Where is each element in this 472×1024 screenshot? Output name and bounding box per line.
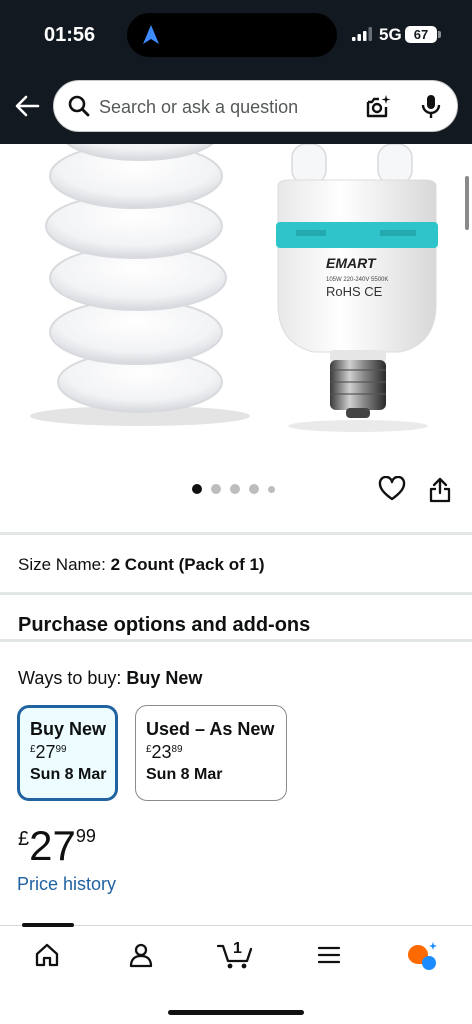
network-type: 5G [379, 25, 402, 44]
bulb-brand-text: EMART [326, 255, 377, 271]
price-currency: £ [18, 828, 30, 850]
option-delivery-date: Sun 8 Mar [30, 766, 107, 783]
option-delivery-date: Sun 8 Mar [146, 766, 223, 783]
dynamic-island [127, 13, 337, 57]
rufus-icon[interactable] [404, 940, 440, 972]
divider [0, 532, 472, 535]
cart-count: 1 [233, 940, 242, 957]
back-arrow-icon[interactable] [14, 94, 40, 118]
size-label: Size Name: [18, 555, 106, 574]
cart-icon[interactable]: 1 [216, 936, 254, 970]
navigation-arrow-icon [143, 25, 159, 44]
option-used-as-new[interactable]: Used – As New £2389 Sun 8 Mar [135, 705, 287, 801]
status-bar: 01:56 5G 67 [0, 0, 472, 72]
product-image[interactable]: EMART 105W 220-240V 5500K RoHS CE [0, 144, 472, 474]
menu-icon[interactable] [316, 942, 342, 968]
search-icon [68, 95, 90, 117]
divider [0, 639, 472, 642]
home-indicator [168, 1010, 304, 1015]
carousel-dot[interactable] [230, 484, 240, 494]
bulb-cert-text: RoHS CE [326, 284, 383, 299]
price-history-link[interactable]: Price history [17, 874, 116, 895]
heart-icon[interactable] [378, 476, 406, 502]
price-whole: 23 [151, 742, 172, 762]
price-whole: 27 [35, 742, 56, 762]
ways-to-buy: Ways to buy: Buy New [18, 668, 202, 689]
ways-label: Ways to buy: [18, 668, 122, 688]
price-currency: £ [30, 744, 36, 755]
ways-value: Buy New [126, 668, 203, 688]
microphone-icon[interactable] [420, 93, 442, 121]
size-value: 2 Count (Pack of 1) [110, 555, 265, 574]
carousel-dot[interactable] [192, 484, 202, 494]
price-fraction: 89 [171, 744, 183, 755]
search-header [0, 72, 472, 144]
option-title: Used – As New [146, 719, 275, 739]
main-price: £2799 [18, 822, 96, 870]
status-time: 01:56 [44, 24, 96, 46]
option-price: £2389 [146, 742, 276, 763]
price-currency: £ [146, 744, 152, 755]
bulb-illustration: EMART 105W 220-240V 5500K RoHS CE [30, 144, 438, 432]
bulb-spec-text: 105W 220-240V 5500K [326, 277, 388, 283]
purchase-options-title: Purchase options and add-ons [18, 614, 311, 636]
scroll-indicator[interactable] [465, 176, 469, 230]
size-selector[interactable]: Size Name: 2 Count (Pack of 1) [18, 555, 265, 575]
home-icon[interactable] [34, 942, 60, 968]
carousel-dot[interactable] [249, 484, 259, 494]
price-fraction: 99 [75, 826, 96, 846]
divider [0, 592, 472, 595]
battery-nub [438, 31, 441, 38]
account-icon[interactable] [128, 942, 154, 968]
price-whole: 27 [29, 822, 76, 869]
option-buy-new[interactable]: Buy New £2799 Sun 8 Mar [17, 705, 118, 801]
battery-level: 67 [405, 26, 437, 43]
share-icon[interactable] [428, 476, 452, 504]
search-box[interactable] [53, 80, 458, 132]
carousel-dot[interactable] [268, 485, 275, 493]
camera-search-icon[interactable] [364, 93, 392, 121]
option-title: Buy New [30, 719, 107, 739]
image-carousel-dots[interactable] [192, 484, 275, 494]
option-price: £2799 [30, 742, 105, 763]
active-tab-marker [22, 923, 74, 927]
search-input[interactable] [99, 94, 349, 120]
carousel-dot[interactable] [211, 484, 221, 494]
signal-icon [352, 27, 372, 41]
price-fraction: 99 [55, 744, 67, 755]
